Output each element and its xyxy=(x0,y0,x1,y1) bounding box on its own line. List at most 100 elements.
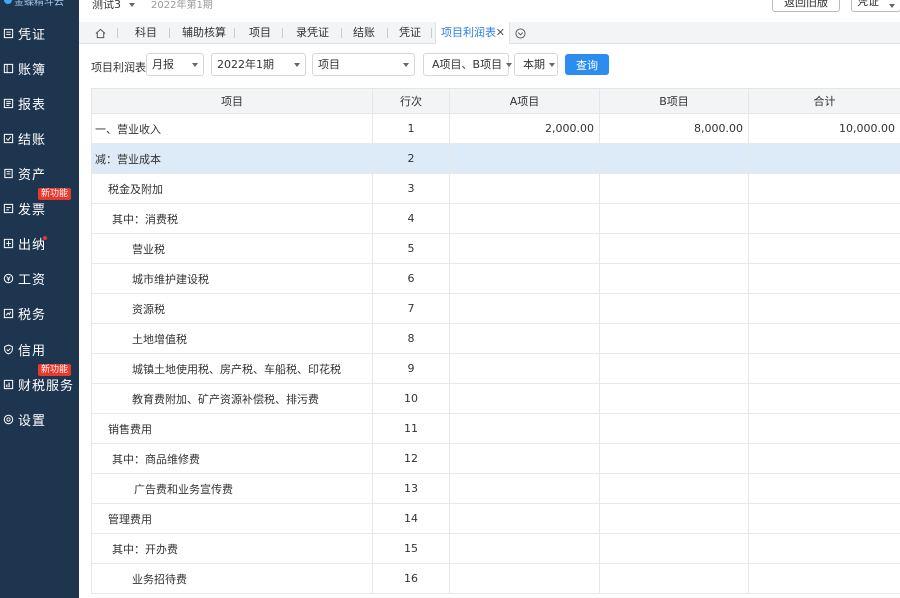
row-item-name: 其中：商品维修费 xyxy=(91,443,373,474)
sidebar-item-voucher[interactable]: 凭证 xyxy=(0,18,79,48)
voucher-select[interactable]: 凭证 xyxy=(851,0,900,12)
column-header-line-no: 行次 xyxy=(372,88,450,114)
row-project-a-value[interactable] xyxy=(449,233,600,264)
row-project-a-value[interactable] xyxy=(449,173,600,204)
table-row[interactable]: 城市维护建设税 6 xyxy=(91,263,900,294)
row-project-a-value[interactable] xyxy=(449,203,600,234)
sidebar-item-report[interactable]: 报表 xyxy=(0,88,79,118)
account-selector[interactable]: 测试3 xyxy=(92,0,135,12)
row-total-value[interactable] xyxy=(748,383,900,414)
row-project-a-value[interactable] xyxy=(449,533,600,564)
row-project-b-value[interactable] xyxy=(599,203,749,234)
period-select[interactable]: 2022年1期 xyxy=(211,53,306,76)
project-select[interactable]: A项目、B项目 xyxy=(423,53,513,76)
row-project-b-value[interactable] xyxy=(599,473,749,504)
row-total-value[interactable] xyxy=(748,353,900,384)
scope-select[interactable]: 本期 xyxy=(514,53,558,76)
row-total-value[interactable] xyxy=(748,563,900,594)
row-project-a-value[interactable] xyxy=(449,143,600,174)
row-total-value[interactable] xyxy=(748,503,900,534)
table-row[interactable]: 土地增值税 8 xyxy=(91,323,900,354)
sidebar-item-asset[interactable]: 资产 xyxy=(0,158,79,188)
tab-home[interactable] xyxy=(95,22,106,44)
tab-enter-voucher[interactable]: 录凭证 xyxy=(296,22,329,44)
tab-closing[interactable]: 结账 xyxy=(353,22,375,44)
tab-project-profit[interactable]: 项目利润表 ✕ xyxy=(435,22,510,44)
table-row[interactable]: 业务招待费 16 xyxy=(91,563,900,594)
row-total-value[interactable] xyxy=(748,293,900,324)
row-total-value[interactable] xyxy=(748,143,900,174)
row-project-a-value[interactable]: 2,000.00 xyxy=(449,113,600,144)
tab-accounts[interactable]: 科目 xyxy=(135,22,157,44)
row-project-a-value[interactable] xyxy=(449,383,600,414)
row-project-a-value[interactable] xyxy=(449,293,600,324)
row-total-value[interactable] xyxy=(748,413,900,444)
row-project-b-value[interactable] xyxy=(599,563,749,594)
row-project-a-value[interactable] xyxy=(449,413,600,444)
row-project-a-value[interactable] xyxy=(449,263,600,294)
table-row[interactable]: 教育费附加、矿产资源补偿税、排污费 10 xyxy=(91,383,900,414)
row-project-b-value[interactable] xyxy=(599,233,749,264)
tab-vouchers[interactable]: 凭证 xyxy=(399,22,421,44)
row-project-a-value[interactable] xyxy=(449,323,600,354)
row-project-a-value[interactable] xyxy=(449,503,600,534)
sidebar-item-label: 结账 xyxy=(18,132,47,148)
row-project-a-value[interactable] xyxy=(449,563,600,594)
sidebar-item-ledger[interactable]: 账簿 xyxy=(0,53,79,83)
sidebar-item-credit[interactable]: 信用 xyxy=(0,334,79,364)
sidebar-item-salary[interactable]: 工资 xyxy=(0,263,79,293)
row-project-b-value[interactable] xyxy=(599,533,749,564)
query-button[interactable]: 查询 xyxy=(565,54,609,75)
sidebar-item-cashier[interactable]: 出纳 xyxy=(0,228,79,258)
table-row[interactable]: 税金及附加 3 xyxy=(91,173,900,204)
top-strip: 测试3 2022年第1期 返回旧版 凭证 xyxy=(79,0,900,22)
tab-more-button[interactable] xyxy=(515,22,526,44)
table-row[interactable]: 管理费用 14 xyxy=(91,503,900,534)
row-total-value[interactable]: 10,000.00 xyxy=(748,113,900,144)
table-row[interactable]: 一、营业收入 1 2,000.00 8,000.00 10,000.00 xyxy=(91,113,900,144)
row-project-a-value[interactable] xyxy=(449,353,600,384)
row-project-b-value[interactable] xyxy=(599,353,749,384)
row-total-value[interactable] xyxy=(748,323,900,354)
table-row[interactable]: 广告费和业务宣传费 13 xyxy=(91,473,900,504)
period-type-select[interactable]: 月报 xyxy=(146,53,204,76)
dimension-select[interactable]: 项目 xyxy=(312,53,415,76)
table-row[interactable]: 其中：消费税 4 xyxy=(91,203,900,234)
table-row[interactable]: 城镇土地使用税、房产税、车船税、印花税 9 xyxy=(91,353,900,384)
table-row[interactable]: 营业税 5 xyxy=(91,233,900,264)
row-project-b-value[interactable] xyxy=(599,293,749,324)
table-row[interactable]: 其中：商品维修费 12 xyxy=(91,443,900,474)
tab-projects[interactable]: 项目 xyxy=(249,22,271,44)
close-icon[interactable]: ✕ xyxy=(496,22,505,44)
row-project-b-value[interactable] xyxy=(599,263,749,294)
finance-service-icon xyxy=(2,378,14,390)
row-item-name: 城镇土地使用税、房产税、车船税、印花税 xyxy=(91,353,373,384)
row-project-a-value[interactable] xyxy=(449,443,600,474)
row-project-b-value[interactable] xyxy=(599,143,749,174)
row-project-b-value[interactable]: 8,000.00 xyxy=(599,113,749,144)
tab-separator xyxy=(169,28,170,38)
row-project-b-value[interactable] xyxy=(599,173,749,204)
row-project-b-value[interactable] xyxy=(599,503,749,534)
sidebar-item-settings[interactable]: 设置 xyxy=(0,404,79,434)
sidebar-item-tax[interactable]: 税务 xyxy=(0,298,79,328)
row-total-value[interactable] xyxy=(748,203,900,234)
row-total-value[interactable] xyxy=(748,173,900,204)
sidebar-item-closing[interactable]: 结账 xyxy=(0,123,79,153)
row-total-value[interactable] xyxy=(748,473,900,504)
table-row[interactable]: 资源税 7 xyxy=(91,293,900,324)
table-row[interactable]: 其中：开办费 15 xyxy=(91,533,900,564)
row-total-value[interactable] xyxy=(748,233,900,264)
table-row[interactable]: 减：营业成本 2 xyxy=(91,143,900,174)
row-total-value[interactable] xyxy=(748,263,900,294)
row-total-value[interactable] xyxy=(748,533,900,564)
row-project-b-value[interactable] xyxy=(599,443,749,474)
row-total-value[interactable] xyxy=(748,443,900,474)
table-row[interactable]: 销售费用 11 xyxy=(91,413,900,444)
row-project-b-value[interactable] xyxy=(599,383,749,414)
row-project-b-value[interactable] xyxy=(599,413,749,444)
row-project-a-value[interactable] xyxy=(449,473,600,504)
row-project-b-value[interactable] xyxy=(599,323,749,354)
tab-auxiliary[interactable]: 辅助核算 xyxy=(182,22,226,44)
return-old-version-button[interactable]: 返回旧版 xyxy=(772,0,840,12)
